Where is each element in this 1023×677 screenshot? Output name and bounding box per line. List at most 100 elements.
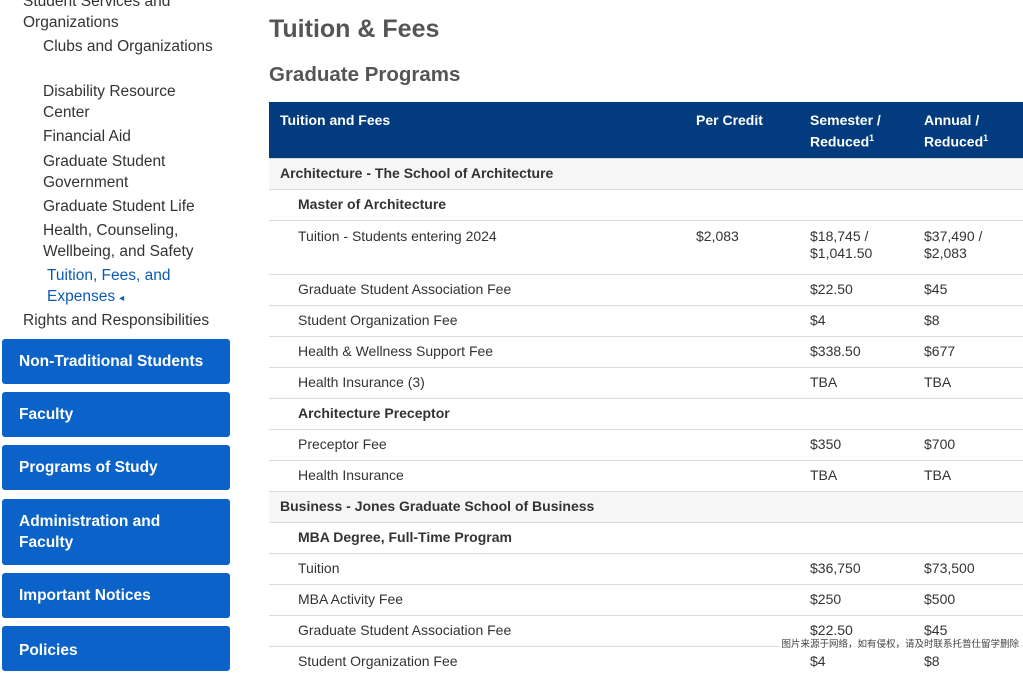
cell-annual: $677 [913,335,1023,368]
footnote-mark: 1 [983,133,989,143]
nav-button-label: Non-Traditional Students [19,353,204,370]
cell-annual: $700 [913,428,1023,461]
table-row: Health Insurance TBA TBA [269,459,1023,492]
cell-fee-name: MBA Activity Fee [269,583,685,616]
sidebar-item-graduate-student-life[interactable]: Graduate Student Life [43,196,223,217]
sidebar-parent-label-line1: Student Services and [23,0,171,10]
cell-annual: $8 [913,645,1023,677]
header-label: Annual / Reduced [924,112,984,150]
cell-semester: $350 [799,428,913,461]
cell-per-credit [685,304,799,337]
subgroup-label: MBA Degree, Full-Time Program [269,521,1023,554]
sidebar-item-health-counseling[interactable]: Health, Counseling, Wellbeing, and Safet… [43,220,223,262]
cell-per-credit [685,366,799,399]
cell-fee-name: Health & Wellness Support Fee [269,335,685,368]
cell-semester: $22.50 [799,273,913,306]
cell-fee-name: Student Organization Fee [269,645,685,677]
cell-semester: $250 [799,583,913,616]
cell-per-credit [685,552,799,585]
table-row: Tuition - Students entering 2024 $2,083 $1… [269,219,1023,275]
nav-button-non-traditional-students[interactable]: Non-Traditional Students [2,339,230,384]
header-label: Per Credit [696,112,763,128]
table-row: MBA Activity Fee $250 $500 [269,583,1023,616]
nav-button-administration-and-faculty[interactable]: Administration and Faculty [2,499,230,565]
cell-annual: $500 [913,583,1023,616]
sidebar-item-financial-aid[interactable]: Financial Aid [43,126,223,147]
cell-per-credit [685,459,799,492]
cell-annual: TBA [913,366,1023,399]
cell-annual: $8 [913,304,1023,337]
sidebar-item-clubs[interactable]: Clubs and Organizations [43,36,223,57]
header-label: Tuition and Fees [280,112,391,128]
cell-fee-name: Tuition [269,552,685,585]
cell-annual: $73,500 [913,552,1023,585]
nav-button-label: Faculty [19,406,74,423]
cell-semester: TBA [799,366,913,399]
nav-button-programs-of-study[interactable]: Programs of Study [2,445,230,490]
header-per-credit: Per Credit [685,102,799,159]
cell-per-credit: $2,083 [685,219,799,275]
cell-semester: $18,745 / $1,041.50 [799,219,913,275]
cell-semester: $4 [799,304,913,337]
table-row: Student Organization Fee $4 $8 [269,645,1023,677]
cell-semester: $338.50 [799,335,913,368]
main-content: Tuition & Fees Graduate Programs Tuition… [269,0,1023,677]
table-row: Tuition $36,750 $73,500 [269,552,1023,585]
cell-semester: $4 [799,645,913,677]
section-title: Graduate Programs [269,63,461,86]
sidebar-active-label: Tuition, Fees, and Expenses [47,267,171,305]
cell-per-credit [685,645,799,677]
table-body: Architecture - The School of Architectur… [269,157,1023,677]
footnote-mark: 1 [869,133,875,143]
cell-fee-name: Graduate Student Association Fee [269,614,685,647]
cell-per-credit [685,273,799,306]
table-row: Graduate Student Association Fee $22.50 $4… [269,273,1023,306]
cell-fee-name: Graduate Student Association Fee [269,273,685,306]
header-label: Semester / Reduced [810,112,881,150]
nav-button-label: Important Notices [19,587,151,604]
cell-fee-name: Tuition - Students entering 2024 [269,219,685,275]
tuition-fees-table: Tuition and Fees Per Credit Semester / R… [269,102,1023,677]
nav-button-faculty[interactable]: Faculty [2,392,230,437]
sidebar-parent-link[interactable]: Student Services and Organizations [23,0,170,33]
header-annual-reduced: Annual / Reduced1 [913,102,1023,159]
table-group-row: Architecture - The School of Architectur… [269,157,1023,190]
cell-fee-name: Preceptor Fee [269,428,685,461]
table-subgroup-row: MBA Degree, Full-Time Program [269,521,1023,554]
nav-button-label: Programs of Study [19,459,158,476]
nav-button-policies[interactable]: Policies [2,626,230,671]
table-header-row: Tuition and Fees Per Credit Semester / R… [269,102,1023,159]
cell-fee-name: Student Organization Fee [269,304,685,337]
cell-per-credit [685,335,799,368]
header-semester-reduced: Semester / Reduced1 [799,102,913,159]
cell-annual: TBA [913,459,1023,492]
cell-annual: $45 [913,273,1023,306]
sidebar-item-graduate-student-government[interactable]: Graduate Student Government [43,151,223,193]
sidebar-item-rights-responsibilities[interactable]: Rights and Responsibilities [23,310,209,331]
cell-per-credit [685,583,799,616]
watermark-text: 图片来源于网络，如有侵权，请及时联系托普仕留学删除 [779,636,1021,650]
cell-fee-name: Health Insurance [269,459,685,492]
table-row: Student Organization Fee $4 $8 [269,304,1023,337]
caret-left-icon: ◂ [119,293,125,304]
cell-semester: TBA [799,459,913,492]
header-tuition-and-fees: Tuition and Fees [269,102,685,159]
subgroup-label: Master of Architecture [269,188,1023,221]
sidebar-item-disability-resource-center[interactable]: Disability Resource Center [43,81,223,123]
page-title: Tuition & Fees [269,15,440,43]
cell-per-credit [685,428,799,461]
table-subgroup-row: Architecture Preceptor [269,397,1023,430]
cell-fee-name: Health Insurance (3) [269,366,685,399]
table-row: Health Insurance (3) TBA TBA [269,366,1023,399]
table-row: Health & Wellness Support Fee $338.50 $677 [269,335,1023,368]
sidebar-item-tuition-fees-active[interactable]: Tuition, Fees, and Expenses ◂ [47,265,197,309]
nav-button-label: Policies [19,642,78,659]
cell-semester: $36,750 [799,552,913,585]
table-group-row: Business - Jones Graduate School of Busi… [269,490,1023,523]
nav-button-important-notices[interactable]: Important Notices [2,573,230,618]
cell-annual: $37,490 / $2,083 [913,219,1023,275]
group-label: Business - Jones Graduate School of Busi… [269,490,1023,523]
table-row: Preceptor Fee $350 $700 [269,428,1023,461]
group-label: Architecture - The School of Architectur… [269,157,1023,190]
nav-button-label: Administration and Faculty [19,513,161,551]
